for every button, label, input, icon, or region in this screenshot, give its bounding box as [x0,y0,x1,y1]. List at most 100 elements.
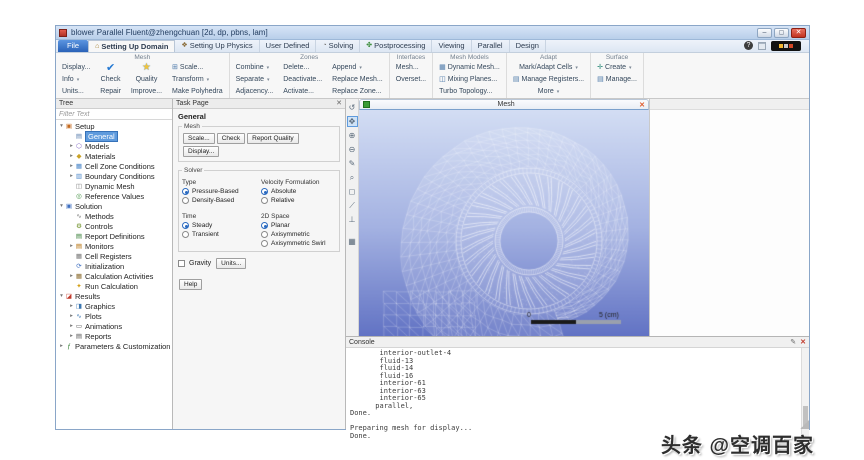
tab-postprocessing[interactable]: ✤Postprocessing [360,40,432,52]
layout-icon[interactable] [758,42,766,50]
more-button[interactable]: More [511,86,586,98]
separate-button[interactable]: Separate [234,74,276,86]
expander-icon[interactable]: ▾ [58,293,65,299]
tree-item-initialization[interactable]: ⟳Initialization [56,261,172,271]
console-close-icon[interactable] [800,338,806,346]
check-task-button[interactable]: Check [217,133,245,144]
gravity-checkbox[interactable] [178,260,185,267]
tree-item-parameters-customization[interactable]: ▸ƒParameters & Customization [56,341,172,351]
tab-setting-up-physics[interactable]: ❖Setting Up Physics [175,40,259,52]
tree-item-models[interactable]: ▸⬡Models [56,141,172,151]
measure-icon[interactable]: ⟋ [347,200,358,211]
axisymmetric-option[interactable]: Axisymmetric [261,230,336,239]
fit-view-icon[interactable]: ▦ [347,236,358,247]
tree-item-report-definitions[interactable]: ▤Report Definitions [56,231,172,241]
tab-setting-up-domain[interactable]: ⌂Setting Up Domain [88,40,175,52]
file-menu-button[interactable]: File [58,40,88,52]
tree-item-solution[interactable]: ▾▣Solution [56,201,172,211]
quality-button[interactable]: Quality [129,74,164,86]
axisymmetric-swirl-option[interactable]: Axisymmetric Swirl [261,239,336,248]
expander-icon[interactable]: ▸ [68,273,75,279]
interfaces-mesh-button[interactable]: Mesh... [394,62,428,74]
tree-item-plots[interactable]: ▸∿Plots [56,311,172,321]
magnify-icon[interactable]: ⌕ [347,172,358,183]
expander-icon[interactable]: ▾ [58,203,65,209]
expander-icon[interactable]: ▾ [58,123,65,129]
maximize-button[interactable] [774,28,789,38]
replace-zone-button[interactable]: Replace Zone... [330,86,385,98]
graphics-tab[interactable]: Mesh [359,99,649,110]
orbit-icon[interactable]: ↺ [347,102,358,113]
box-zoom-icon[interactable]: ◻ [347,186,358,197]
tree-item-cell-registers[interactable]: ▦Cell Registers [56,251,172,261]
expander-icon[interactable]: ▸ [68,243,75,249]
expander-icon[interactable]: ▸ [58,343,65,349]
dynamic-mesh-button[interactable]: ▦Dynamic Mesh... [437,62,502,74]
expander-icon[interactable]: ▸ [68,173,75,179]
display-button[interactable]: Display... [60,62,92,74]
units-task-button[interactable]: Units... [216,258,246,269]
zoom-out-icon[interactable]: ⊖ [347,144,358,155]
expander-icon[interactable]: ▸ [68,143,75,149]
tree-item-reports[interactable]: ▸▤Reports [56,331,172,341]
repair-button[interactable]: Repair [98,86,123,98]
improve-button[interactable]: Improve... [129,86,164,98]
turbo-topology-button[interactable]: Turbo Topology... [437,86,502,98]
close-button[interactable] [791,28,806,38]
console-text[interactable]: interior-outlet-4 fluid-13 fluid-14 flui… [346,348,801,440]
tree-item-materials[interactable]: ▸◆Materials [56,151,172,161]
tree-item-results[interactable]: ▾◪Results [56,291,172,301]
mark-adapt-cells-button[interactable]: Mark/Adapt Cells [511,62,586,74]
transform-button[interactable]: Transform [170,74,225,86]
display-task-button[interactable]: Display... [183,146,219,157]
probe-icon[interactable]: ✎ [347,158,358,169]
combine-button[interactable]: Combine [234,62,276,74]
expander-icon[interactable]: ▸ [68,313,75,319]
tree-item-controls[interactable]: ⚙Controls [56,221,172,231]
task-close-icon[interactable] [336,99,342,108]
density-based-option[interactable]: Density-Based [182,196,257,205]
steady-option[interactable]: Steady [182,221,257,230]
pan-icon[interactable]: ✥ [347,116,358,127]
pressure-based-option[interactable]: Pressure-Based [182,187,257,196]
scale-button[interactable]: ⊞Scale... [170,62,225,74]
tree-item-methods[interactable]: ∿Methods [56,211,172,221]
minimize-button[interactable] [757,28,772,38]
tree-item-monitors[interactable]: ▸▤Monitors [56,241,172,251]
report-quality-button[interactable]: Report Quality [247,133,299,144]
activate-button[interactable]: Activate... [281,86,324,98]
tab-solving[interactable]: ◔Solving [316,40,360,52]
tree-filter-input[interactable] [56,109,172,120]
axes-icon[interactable]: ⊥ [347,214,358,225]
tree-item-dynamic-mesh[interactable]: ◫Dynamic Mesh [56,181,172,191]
tab-viewing[interactable]: Viewing [432,40,471,52]
expander-icon[interactable]: ▸ [68,153,75,159]
mesh-canvas[interactable] [359,110,649,336]
tree-item-boundary-conditions[interactable]: ▸▥Boundary Conditions [56,171,172,181]
delete-button[interactable]: Delete... [281,62,324,74]
units-button[interactable]: Units... [60,86,92,98]
tree-item-run-calculation[interactable]: ✦Run Calculation [56,281,172,291]
relative-option[interactable]: Relative [261,196,336,205]
make-polyhedra-button[interactable]: Make Polyhedra [170,86,225,98]
resize-grip[interactable] [800,420,809,429]
tree-item-animations[interactable]: ▸▭Animations [56,321,172,331]
replace-mesh-button[interactable]: Replace Mesh... [330,74,385,86]
transient-option[interactable]: Transient [182,230,257,239]
tree-item-general[interactable]: ▤General [56,131,172,141]
tab-user-defined[interactable]: User Defined [260,40,317,52]
create-surface-button[interactable]: ✛Create [595,62,639,74]
expander-icon[interactable]: ▸ [68,303,75,309]
tab-parallel[interactable]: Parallel [472,40,510,52]
tree-item-cell-zone-conditions[interactable]: ▸▦Cell Zone Conditions [56,161,172,171]
deactivate-button[interactable]: Deactivate... [281,74,324,86]
tree-item-setup[interactable]: ▾▣Setup [56,121,172,131]
mixing-planes-button[interactable]: ◫Mixing Planes... [437,74,502,86]
tree-item-calculation-activities[interactable]: ▸▦Calculation Activities [56,271,172,281]
check-button[interactable]: Check [98,74,123,86]
overset-button[interactable]: Overset... [394,74,428,86]
help-icon[interactable] [744,41,753,50]
expander-icon[interactable]: ▸ [68,323,75,329]
adjacency-button[interactable]: Adjacency... [234,86,276,98]
info-button[interactable]: Info [60,74,92,86]
